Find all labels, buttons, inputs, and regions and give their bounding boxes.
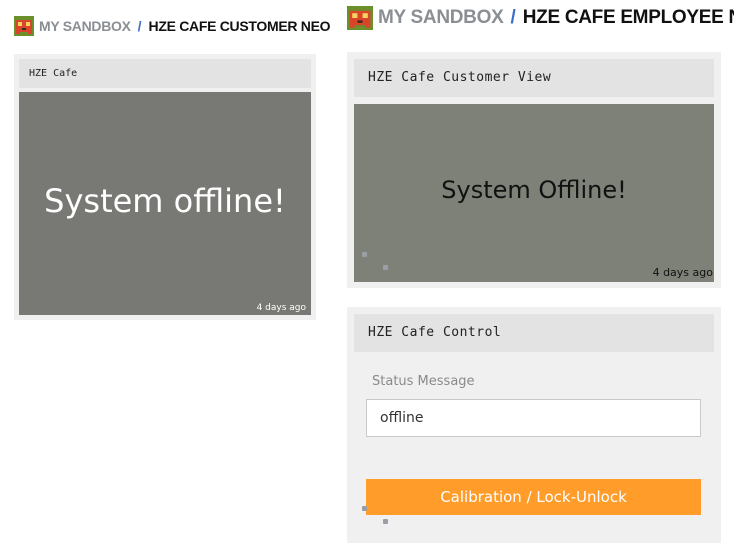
breadcrumb-separator: /: [137, 18, 142, 34]
timestamp: 4 days ago: [652, 266, 713, 279]
customer-display-widget: HZE Cafe System offline! 4 days ago: [14, 54, 316, 320]
screen-message: System offline!: [44, 182, 286, 220]
breadcrumb-customer: MY SANDBOX / HZE CAFE CUSTOMER NEO: [14, 16, 331, 36]
breadcrumb-sandbox-link[interactable]: MY SANDBOX: [378, 7, 504, 29]
resize-handle-dot: [362, 252, 367, 257]
resize-handle-dot: [383, 519, 388, 524]
widget-title: HZE Cafe Customer View: [354, 59, 714, 97]
cafe-control-widget: HZE Cafe Control Status Message offline …: [347, 307, 721, 543]
breadcrumb-page-title: HZE CAFE CUSTOMER NEO: [148, 18, 331, 34]
resize-handle-dot: [362, 506, 367, 511]
display-screen: System Offline! 4 days ago: [354, 104, 714, 282]
pixel-invader-logo-icon: [347, 6, 373, 30]
pixel-invader-logo-icon: [14, 16, 34, 36]
screen-message: System Offline!: [441, 176, 627, 204]
breadcrumb-page-title: HZE CAFE EMPLOYEE NEO: [522, 7, 734, 28]
breadcrumb-sandbox-link[interactable]: MY SANDBOX: [39, 18, 131, 34]
widget-title: HZE Cafe Control: [354, 314, 714, 352]
timestamp: 4 days ago: [256, 303, 306, 313]
calibration-lock-unlock-button[interactable]: Calibration / Lock-Unlock: [366, 479, 701, 515]
display-screen: System offline! 4 days ago: [19, 92, 311, 315]
widget-title: HZE Cafe: [19, 59, 311, 88]
resize-handle-dot: [383, 265, 388, 270]
customer-view-widget: HZE Cafe Customer View System Offline! 4…: [347, 52, 721, 288]
status-message-label: Status Message: [372, 374, 475, 389]
breadcrumb-separator: /: [510, 7, 516, 28]
status-message-input[interactable]: offline: [366, 399, 701, 437]
breadcrumb-employee: MY SANDBOX / HZE CAFE EMPLOYEE NEO: [347, 6, 734, 30]
